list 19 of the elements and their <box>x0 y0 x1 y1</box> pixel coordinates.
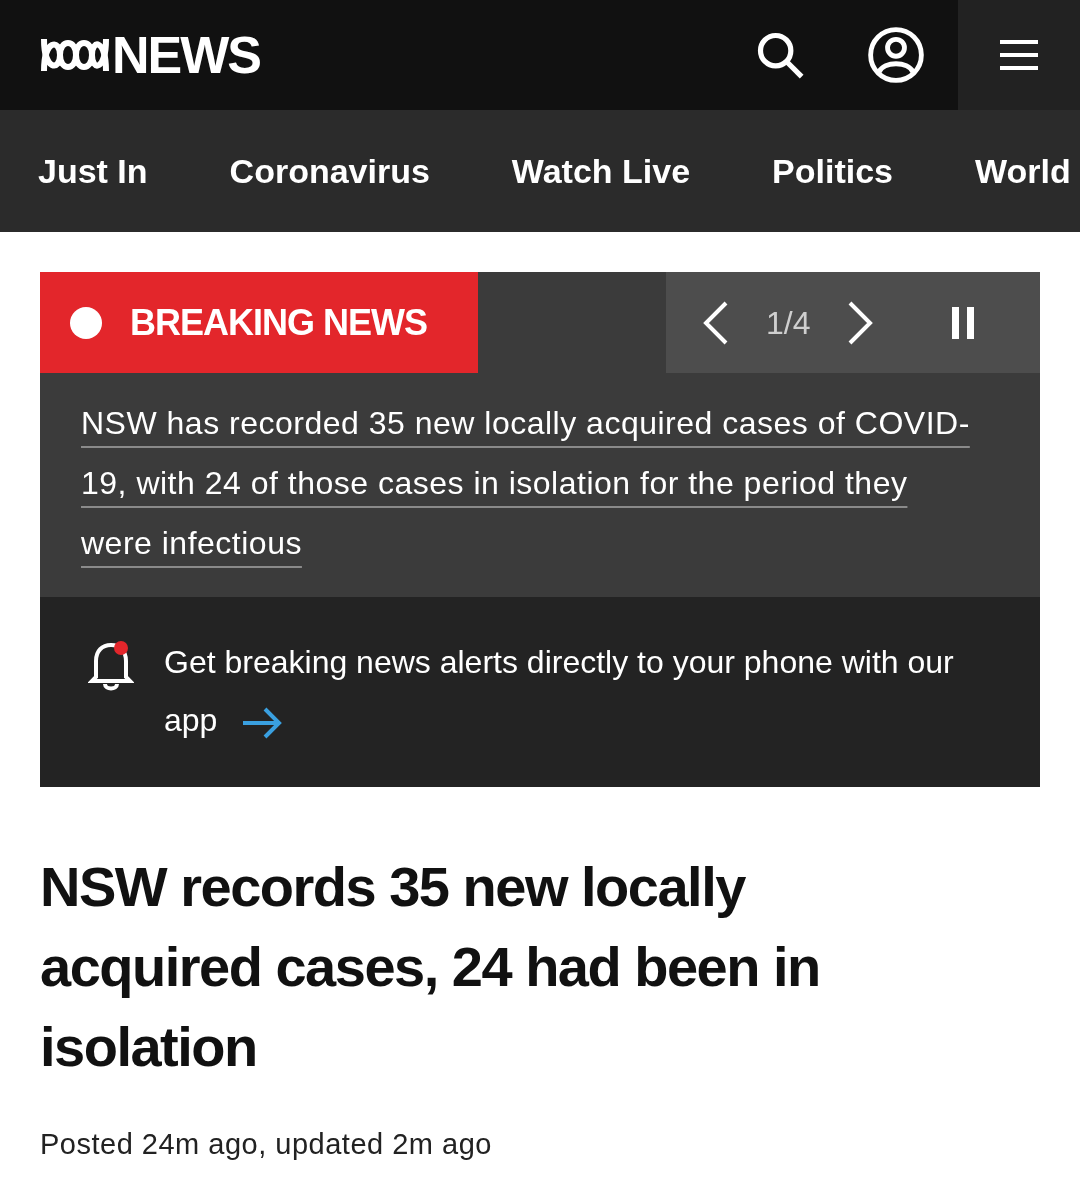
chevron-right-icon <box>846 300 875 345</box>
chevron-left-icon <box>702 300 730 345</box>
arrow-right-icon <box>241 706 284 739</box>
user-icon <box>867 26 925 84</box>
slide-counter: 1/4 <box>766 303 811 343</box>
nav-link[interactable]: Coronavirus <box>229 145 430 197</box>
account-button[interactable] <box>866 25 926 85</box>
app-alert-link[interactable]: Get breaking news alerts directly to your phone with our app <box>164 633 974 749</box>
nav-link[interactable]: World <box>975 145 1071 197</box>
nav-link[interactable]: Just In <box>38 145 148 197</box>
breaking-headline-link[interactable]: NSW has recorded 35 new locally acquired cases of COVID-19, with 24 of those cases in isolation for the period they were infectious <box>81 393 981 573</box>
article-timestamp: Posted 24m ago, updated 2m ago <box>40 1127 493 1162</box>
breaking-title: BREAKING NEWS <box>130 300 427 345</box>
brand-name: NEWS <box>112 29 260 81</box>
menu-button[interactable] <box>958 0 1080 110</box>
nav-link[interactable]: Politics <box>772 145 893 197</box>
menu-icon <box>998 39 1040 71</box>
nav-link[interactable]: Watch Live <box>511 145 691 197</box>
article-title: NSW records 35 new locally acquired cases, 24 had been in isolation <box>40 854 821 1080</box>
